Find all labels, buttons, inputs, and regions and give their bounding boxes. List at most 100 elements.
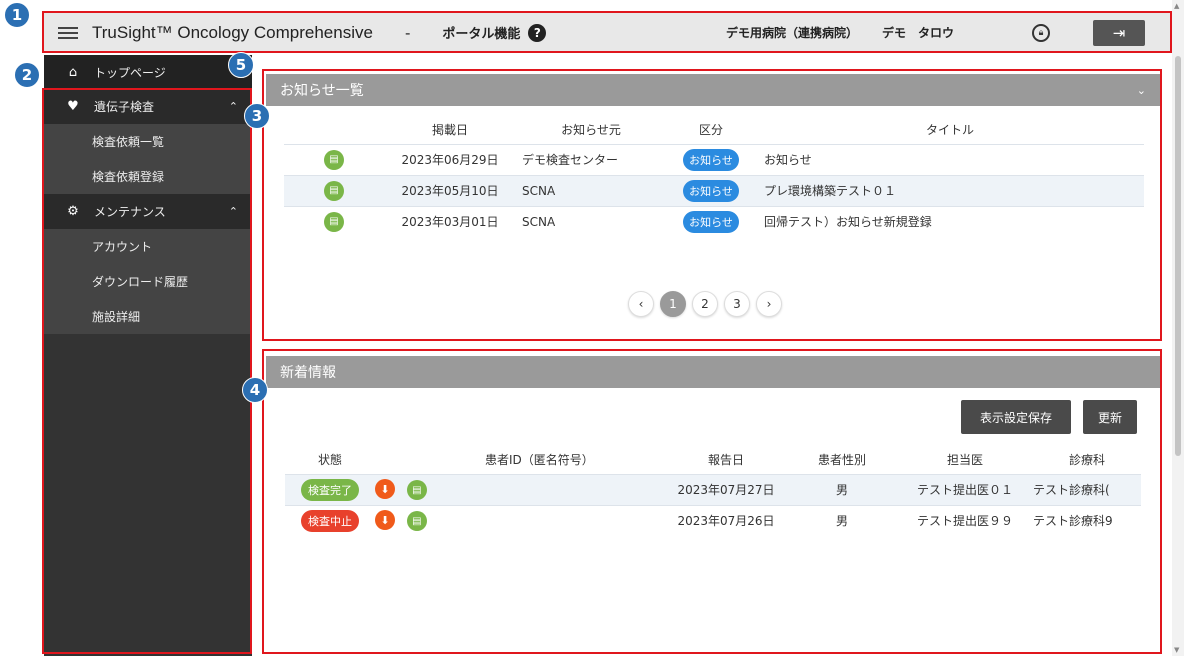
sidebar-item-request-register[interactable]: 検査依頼登録 [44, 159, 252, 194]
patient-id [445, 473, 665, 505]
document-icon[interactable]: ▤ [324, 149, 344, 170]
document-icon[interactable]: ▤ [406, 480, 427, 500]
table-header-row: 状態 患者ID（匿名符号） 報告日 患者性別 担当医 診療科 [285, 446, 1141, 474]
notices-title: お知らせ一覧 [280, 83, 364, 99]
column-header-sex: 患者性別 [817, 453, 866, 468]
status-badge: 検査中止 [301, 509, 359, 532]
document-icon[interactable]: ▤ [406, 511, 427, 532]
heart-icon: ♥ [67, 99, 79, 114]
sidebar-item-top-page[interactable]: ⌂ トップページ [44, 55, 252, 89]
table-row[interactable]: 検査完了 ⬇ ▤ 2023年07月27日 男 テスト提出医０１ テスト診療科( [285, 473, 1141, 505]
document-icon[interactable]: ▤ [324, 180, 344, 201]
column-header-status: 状態 [317, 453, 342, 468]
notice-source: SCNA [516, 205, 666, 237]
column-header-doctor: 担当医 [946, 453, 983, 468]
home-icon: ⌂ [68, 64, 78, 80]
department: テスト診療科( [1033, 473, 1141, 505]
news-panel-header: 新着情報 [266, 356, 1162, 388]
refresh-button[interactable]: 更新 [1083, 400, 1137, 434]
patient-id [445, 504, 665, 536]
scroll-up-icon[interactable]: ▲ [1174, 2, 1179, 10]
notice-source: SCNA [516, 174, 666, 206]
app-header: TruSight™ Oncology Comprehensive - ポータル機… [44, 13, 1172, 53]
column-header-date: 掲載日 [431, 123, 468, 138]
hamburger-menu-icon[interactable] [58, 26, 78, 39]
notice-source: デモ検査センター [516, 143, 666, 175]
pagination-page-3[interactable]: 3 [724, 291, 750, 317]
gear-icon: ⚙ [67, 204, 79, 219]
column-header-department: 診療科 [1068, 453, 1105, 468]
annotation-badge-1: 1 [4, 2, 30, 28]
page-scrollbar[interactable]: ▲ ▼ [1172, 0, 1184, 656]
column-header-icon [284, 116, 384, 144]
sidebar-group-maintenance[interactable]: ⚙ メンテナンス ⌃ [44, 194, 252, 229]
hospital-name: デモ用病院（連携病院） [726, 26, 859, 40]
annotation-badge-5: 5 [228, 52, 254, 78]
column-header-category: 区分 [698, 123, 723, 138]
notice-title[interactable]: プレ環境構築テスト０１ [756, 174, 1144, 206]
table-row[interactable]: ▤ 2023年03月01日 SCNA お知らせ 回帰テスト）お知らせ新規登録 [284, 205, 1144, 237]
doctor-name: テスト提出医９９ [897, 504, 1033, 536]
lock-icon[interactable]: 🔒︎ [1032, 23, 1050, 42]
patient-sex: 男 [787, 473, 897, 505]
pagination-prev-button[interactable]: ‹ [628, 291, 654, 317]
category-badge: お知らせ [683, 148, 739, 171]
annotation-badge-4: 4 [242, 377, 268, 403]
sidebar-item-download-history[interactable]: ダウンロード履歴 [44, 264, 252, 299]
sidebar-group-genetic-test[interactable]: ♥ 遺伝子検査 ⌃ [44, 89, 252, 124]
column-header-actions [375, 446, 445, 474]
save-display-settings-button[interactable]: 表示設定保存 [961, 400, 1071, 434]
column-header-title: タイトル [925, 123, 974, 138]
chevron-up-icon: ⌃ [228, 100, 238, 113]
report-date: 2023年07月27日 [665, 473, 787, 505]
pagination-next-button[interactable]: › [756, 291, 782, 317]
pagination-page-2[interactable]: 2 [692, 291, 718, 317]
document-icon[interactable]: ▤ [324, 211, 344, 232]
column-header-report-date: 報告日 [707, 453, 744, 468]
logout-button[interactable]: ⇥ [1093, 19, 1145, 46]
portal-label: ポータル機能 [442, 27, 521, 42]
scrollbar-thumb[interactable] [1175, 56, 1181, 456]
department: テスト診療科9 [1033, 504, 1141, 536]
sidebar-item-facility-details[interactable]: 施設詳細 [44, 299, 252, 334]
scroll-down-icon[interactable]: ▼ [1174, 646, 1179, 654]
notices-panel-header[interactable]: お知らせ一覧 ⌄ [266, 74, 1162, 106]
patient-sex: 男 [787, 504, 897, 536]
title-separator: - [404, 23, 411, 42]
notice-date: 2023年05月10日 [384, 174, 516, 206]
notice-title[interactable]: 回帰テスト）お知らせ新規登録 [756, 205, 1144, 237]
notices-table: 掲載日 お知らせ元 区分 タイトル ▤ 2023年06月29日 デモ検査センター… [284, 116, 1144, 237]
download-icon[interactable]: ⬇ [375, 510, 395, 531]
chevron-down-icon[interactable]: ⌄ [1137, 84, 1146, 97]
sidebar-item-request-list[interactable]: 検査依頼一覧 [44, 124, 252, 159]
sidebar: ⌂ トップページ ♥ 遺伝子検査 ⌃ 検査依頼一覧 検査依頼登録 ⚙ メンテナン… [44, 55, 252, 656]
app-title: TruSight™ Oncology Comprehensive [92, 22, 373, 42]
news-title: 新着情報 [280, 365, 336, 381]
notice-date: 2023年03月01日 [384, 205, 516, 237]
doctor-name: テスト提出医０１ [897, 473, 1033, 505]
report-date: 2023年07月26日 [665, 504, 787, 536]
column-header-source: お知らせ元 [561, 123, 621, 138]
table-row[interactable]: ▤ 2023年05月10日 SCNA お知らせ プレ環境構築テスト０１ [284, 174, 1144, 206]
column-header-patient-id: 患者ID（匿名符号） [485, 453, 594, 468]
status-badge: 検査完了 [301, 478, 359, 501]
sidebar-group-label: 遺伝子検査 [94, 100, 155, 114]
table-row[interactable]: 検査中止 ⬇ ▤ 2023年07月26日 男 テスト提出医９９ テスト診療科9 [285, 504, 1141, 536]
news-table: 状態 患者ID（匿名符号） 報告日 患者性別 担当医 診療科 検査完了 ⬇ ▤ … [285, 446, 1141, 536]
table-header-row: 掲載日 お知らせ元 区分 タイトル [284, 116, 1144, 144]
category-badge: お知らせ [683, 210, 739, 233]
user-name: デモ タロウ [882, 26, 955, 40]
category-badge: お知らせ [683, 179, 739, 202]
logout-icon: ⇥ [1112, 23, 1126, 42]
table-row[interactable]: ▤ 2023年06月29日 デモ検査センター お知らせ お知らせ [284, 143, 1144, 175]
notice-title[interactable]: お知らせ [756, 143, 1144, 175]
pagination: ‹ 1 2 3 › [628, 291, 782, 317]
sidebar-item-label: トップページ [94, 65, 166, 80]
chevron-up-icon: ⌃ [228, 205, 238, 218]
pagination-page-1[interactable]: 1 [660, 291, 686, 317]
annotation-badge-3: 3 [244, 103, 270, 129]
download-icon[interactable]: ⬇ [375, 479, 395, 499]
annotation-badge-2: 2 [14, 62, 40, 88]
help-icon[interactable]: ? [528, 23, 547, 42]
sidebar-item-account[interactable]: アカウント [44, 229, 252, 264]
